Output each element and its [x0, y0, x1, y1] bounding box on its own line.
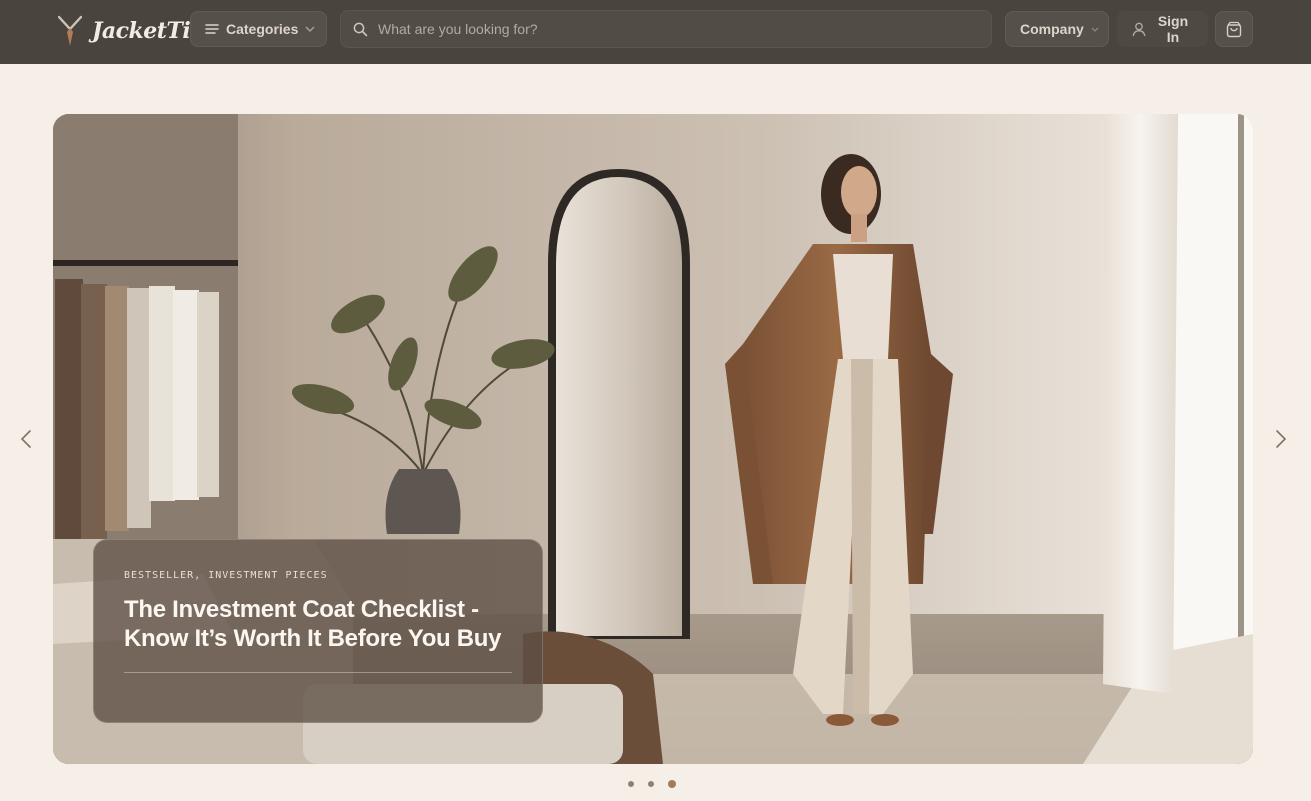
chevron-right-icon [1276, 430, 1287, 448]
caption-divider [124, 672, 512, 673]
slide-caption-card[interactable]: BESTSELLER, INVESTMENT PIECES The Invest… [93, 539, 543, 723]
brand-logo[interactable]: JacketTie [58, 14, 204, 48]
company-menu-button[interactable]: Company [1005, 11, 1109, 47]
cart-button[interactable] [1215, 11, 1253, 47]
carousel-pagination [628, 780, 676, 788]
search-input[interactable] [378, 21, 979, 37]
carousel-next-button[interactable] [1269, 424, 1293, 454]
carousel-dot-3[interactable] [668, 780, 676, 788]
carousel-dot-1[interactable] [628, 781, 634, 787]
company-label: Company [1020, 21, 1084, 37]
slide-title[interactable]: The Investment Coat Checklist - Know It’… [124, 595, 512, 653]
categories-button[interactable]: Categories [190, 11, 327, 47]
slide-tags: BESTSELLER, INVESTMENT PIECES [124, 570, 328, 581]
chevron-down-icon [1091, 27, 1099, 32]
sign-in-label: Sign In [1157, 13, 1189, 45]
search-bar[interactable] [340, 10, 992, 48]
tie-logo-icon [58, 15, 82, 46]
carousel-dot-2[interactable] [648, 781, 654, 787]
chevron-down-icon [305, 26, 315, 32]
user-icon [1132, 22, 1146, 36]
top-navigation-bar: JacketTie Categories Company Sign In [0, 0, 1311, 64]
chevron-left-icon [20, 430, 31, 448]
sign-in-button[interactable]: Sign In [1117, 11, 1208, 47]
hero-carousel-slide[interactable]: BESTSELLER, INVESTMENT PIECES The Invest… [53, 114, 1253, 764]
slide-title-line-1: The Investment Coat Checklist - [124, 596, 479, 623]
slide-title-line-2: Know It’s Worth It Before You Buy [124, 625, 502, 652]
carousel-prev-button[interactable] [14, 424, 38, 454]
menu-icon [205, 24, 219, 34]
categories-label: Categories [226, 21, 299, 37]
search-icon [353, 22, 368, 36]
shopping-bag-icon [1226, 21, 1242, 37]
brand-name: JacketTie [92, 18, 204, 44]
